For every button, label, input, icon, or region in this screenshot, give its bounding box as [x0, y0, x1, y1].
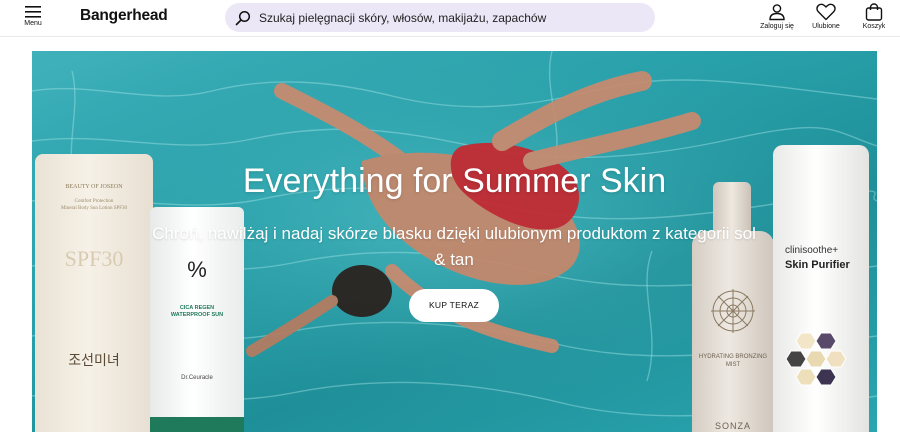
hamburger-icon	[25, 6, 41, 18]
cart-label: Koszyk	[862, 23, 886, 30]
hero-subtitle: Chroń, nawilżaj i nadaj skórze blasku dz…	[152, 224, 756, 269]
site-header: Menu Bangerhead Szukaj pielęgnacji skóry…	[0, 0, 900, 37]
shop-now-button[interactable]: KUP TERAZ	[409, 289, 499, 322]
user-icon	[769, 4, 785, 21]
site-logo[interactable]: Bangerhead	[80, 7, 168, 25]
cart-button[interactable]: Koszyk	[856, 3, 892, 35]
hero-title: Everything for Summer Skin	[242, 162, 667, 200]
hexagon-graphic	[785, 332, 847, 386]
favorites-button[interactable]: Ulubione	[806, 3, 846, 35]
bottle1-name: HYDRATING BRONZING MIST	[698, 354, 768, 368]
menu-label: Menu	[24, 20, 42, 27]
search-placeholder: Szukaj pielęgnacji skóry, włosów, makija…	[259, 11, 547, 25]
heart-icon	[816, 3, 836, 21]
hero-banner[interactable]: BEAUTY OF JOSEON Comfort Protection Miner…	[32, 51, 877, 432]
tube2-name: CICA REGEN WATERPROOF SUN	[170, 305, 224, 318]
menu-button[interactable]: Menu	[18, 6, 48, 34]
login-label: Zaloguj się	[760, 23, 794, 30]
tube2-band	[150, 417, 244, 432]
search-input[interactable]: Szukaj pielęgnacji skóry, włosów, makija…	[225, 3, 655, 32]
bottle1-brand: SONZA	[714, 421, 751, 431]
search-icon	[235, 10, 251, 26]
mandala-icon	[711, 289, 755, 333]
tube2-brand: Dr.Ceuracle	[181, 375, 213, 381]
bag-icon	[865, 3, 883, 21]
favorites-label: Ulubione	[812, 23, 840, 30]
bottle2-brand: clinisoothe+	[785, 245, 839, 256]
tube1-spf: SPF30	[64, 246, 124, 271]
tube1-logo: 조선미녀	[68, 354, 120, 369]
login-button[interactable]: Zaloguj się	[756, 3, 798, 35]
bottle2-name: Skin Purifier	[785, 259, 850, 271]
